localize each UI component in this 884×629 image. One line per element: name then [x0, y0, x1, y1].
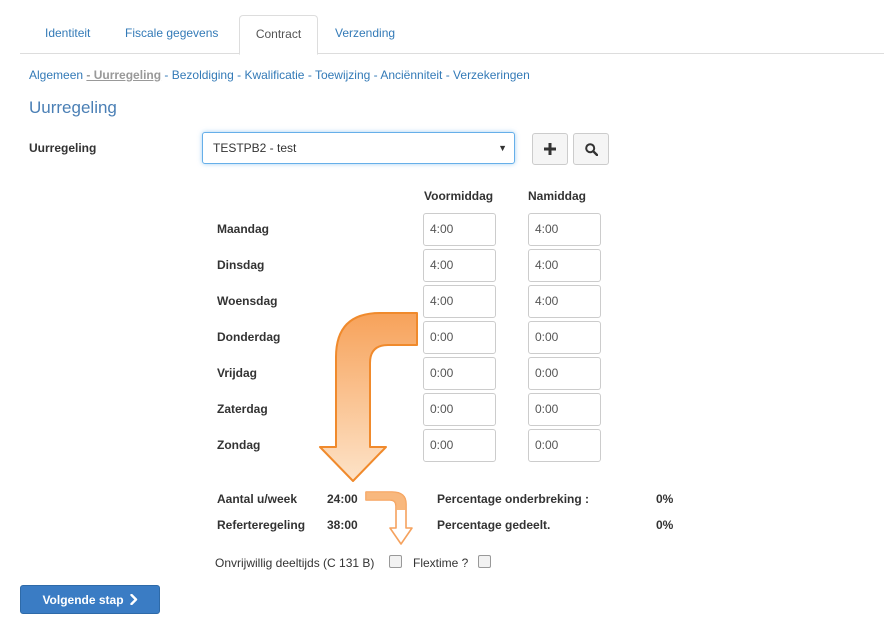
uurregeling-selected-value: TESTPB2 - test [213, 141, 297, 155]
uurregeling-label: Uurregeling [29, 141, 97, 155]
day-label-dinsdag: Dinsdag [217, 258, 265, 272]
plus-icon [544, 143, 556, 155]
time-input-vrijdag-pm[interactable]: 0:00 [528, 357, 601, 390]
search-icon [584, 142, 598, 156]
involuntary-part-time-checkbox[interactable] [389, 555, 402, 568]
next-step-label: Volgende stap [42, 592, 124, 607]
day-label-donderdag: Donderdag [217, 330, 281, 344]
subnav-algemeen[interactable]: Algemeen [29, 68, 83, 82]
interruption-percentage-label: Percentage onderbreking : [437, 492, 590, 506]
chevron-down-icon: ▼ [498, 143, 507, 153]
hours-week-value: 24:00 [327, 492, 358, 506]
reference-label: Referteregeling [217, 518, 306, 532]
chevron-right-icon [129, 594, 137, 605]
day-label-zaterdag: Zaterdag [217, 402, 268, 416]
interruption-percentage-value: 0% [656, 492, 674, 506]
sub-navigation: Algemeen - Uurregeling - Bezoldiging - K… [29, 68, 530, 82]
subnav-kwalificatie[interactable]: - Kwalificatie [237, 68, 304, 82]
day-label-maandag: Maandag [217, 222, 270, 236]
flextime-label: Flextime ? [413, 556, 469, 570]
time-input-zaterdag-am[interactable]: 0:00 [423, 393, 496, 426]
reference-value: 38:00 [327, 518, 358, 532]
uurregeling-select[interactable]: TESTPB2 - test ▼ [202, 132, 515, 164]
subnav-toewijzing[interactable]: - Toewijzing [308, 68, 370, 82]
time-input-dinsdag-pm[interactable]: 4:00 [528, 249, 601, 282]
time-input-donderdag-am[interactable]: 0:00 [423, 321, 496, 354]
involuntary-part-time-label: Onvrijwillig deeltijds (C 131 B) [215, 556, 375, 570]
time-input-vrijdag-am[interactable]: 0:00 [423, 357, 496, 390]
section-title: Uurregeling [29, 98, 117, 117]
subnav-ancienniteit[interactable]: - Anciënniteit [374, 68, 443, 82]
add-button[interactable] [532, 133, 568, 165]
shared-percentage-label: Percentage gedeelt. [437, 518, 551, 532]
search-button[interactable] [573, 133, 609, 165]
tab-identiteit[interactable]: Identiteit [31, 15, 104, 52]
tab-fiscale-gegevens[interactable]: Fiscale gegevens [111, 15, 232, 52]
tab-verzending[interactable]: Verzending [321, 15, 409, 52]
day-label-zondag: Zondag [217, 438, 261, 452]
tab-bar: Identiteit Fiscale gegevens Contract Ver… [20, 15, 884, 55]
small-annotation-arrow-icon [365, 491, 413, 545]
subnav-bezoldiging[interactable]: - Bezoldiging [164, 68, 233, 82]
flextime-checkbox[interactable] [478, 555, 491, 568]
subnav-uurregeling[interactable]: - Uurregeling [86, 68, 161, 82]
time-input-dinsdag-am[interactable]: 4:00 [423, 249, 496, 282]
next-step-button[interactable]: Volgende stap [20, 585, 160, 614]
time-input-woensdag-pm[interactable]: 4:00 [528, 285, 601, 318]
day-label-vrijdag: Vrijdag [217, 366, 258, 380]
shared-percentage-value: 0% [656, 518, 674, 532]
tab-contract[interactable]: Contract [239, 15, 318, 55]
column-header-namiddag: Namiddag [528, 189, 587, 203]
hours-week-label: Aantal u/week [217, 492, 298, 506]
subnav-verzekeringen[interactable]: - Verzekeringen [446, 68, 530, 82]
time-input-donderdag-pm[interactable]: 0:00 [528, 321, 601, 354]
time-input-maandag-pm[interactable]: 4:00 [528, 213, 601, 246]
time-input-maandag-am[interactable]: 4:00 [423, 213, 496, 246]
column-header-voormiddag: Voormiddag [424, 189, 494, 203]
time-input-zaterdag-pm[interactable]: 0:00 [528, 393, 601, 426]
time-input-woensdag-am[interactable]: 4:00 [423, 285, 496, 318]
time-input-zondag-pm[interactable]: 0:00 [528, 429, 601, 462]
day-label-woensdag: Woensdag [217, 294, 278, 308]
time-input-zondag-am[interactable]: 0:00 [423, 429, 496, 462]
annotation-arrow-icon [319, 312, 418, 482]
